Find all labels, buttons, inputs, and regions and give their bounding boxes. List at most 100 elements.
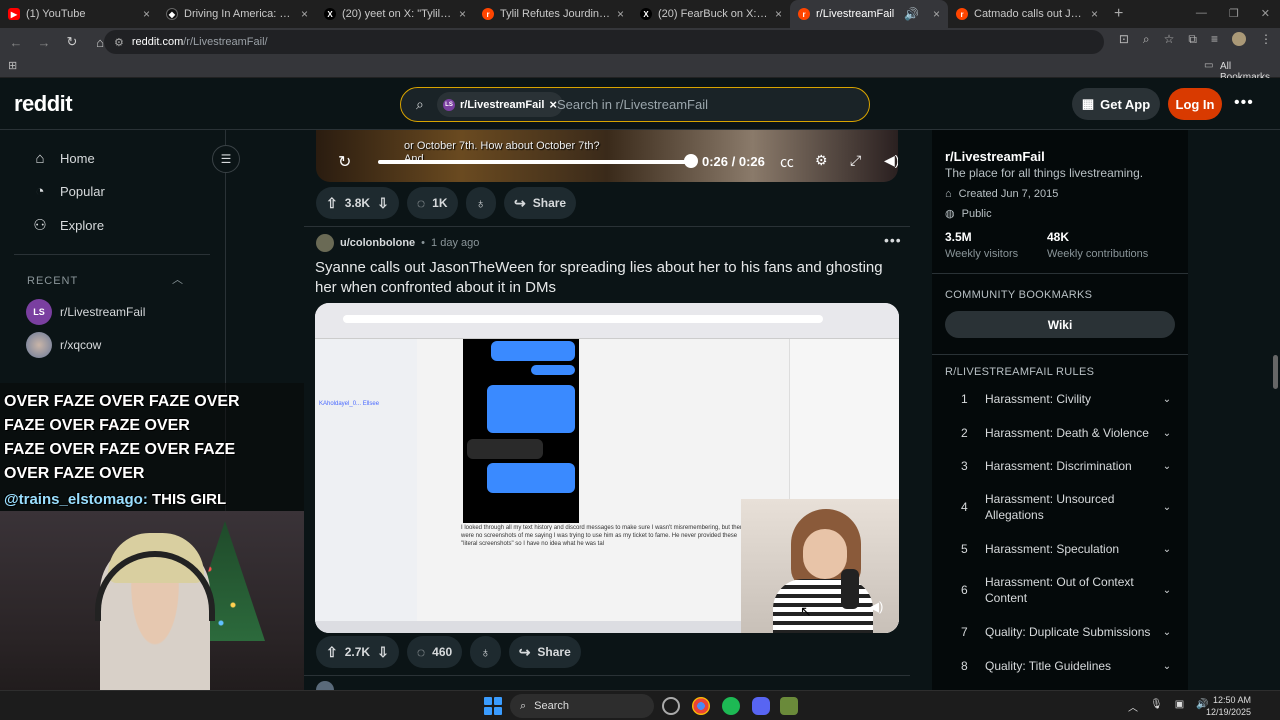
bookmark-star-icon[interactable]: ☆: [1164, 32, 1175, 47]
spotify-icon[interactable]: [722, 697, 740, 715]
downvote-icon[interactable]: ⇩: [377, 195, 389, 212]
chevron-up-icon[interactable]: ︿: [172, 271, 183, 287]
comments-button[interactable]: ◌ 460: [406, 636, 463, 668]
reload-icon[interactable]: ↻: [60, 30, 84, 54]
nav-popular[interactable]: ◔ Popular: [32, 183, 104, 200]
award-button[interactable]: ♁: [470, 636, 501, 668]
video-progress-bar[interactable]: [378, 160, 692, 164]
post-image[interactable]: KAholdayel_0... Ellsee I looked through …: [315, 303, 899, 633]
upvote-icon[interactable]: ⇧: [326, 644, 338, 661]
network-icon[interactable]: ▣: [1175, 699, 1184, 714]
volume-icon[interactable]: ◀): [884, 152, 898, 169]
extensions-icon[interactable]: ⧉: [1188, 32, 1197, 47]
browser-tab-active[interactable]: r r/LivestreamFail 🔊 ×: [790, 0, 948, 28]
system-clock[interactable]: 12:50 AM 12/19/2025: [1206, 694, 1251, 718]
search-bar[interactable]: ⌕ LS r/LivestreamFail × Search in r/Live…: [400, 87, 870, 122]
close-tab-icon[interactable]: ×: [1091, 7, 1098, 21]
message-bubble: [531, 365, 575, 375]
award-icon: ♁: [480, 644, 491, 660]
recent-item[interactable]: LS r/LivestreamFail: [26, 299, 145, 325]
volume-icon[interactable]: ◀): [869, 599, 883, 615]
captions-icon[interactable]: ㏄: [780, 152, 794, 172]
login-button[interactable]: Log In: [1168, 88, 1222, 120]
reading-list-icon[interactable]: ≡: [1211, 32, 1218, 47]
close-window-icon[interactable]: ✕: [1261, 7, 1270, 20]
maximize-icon[interactable]: ❐: [1229, 7, 1239, 20]
close-tab-icon[interactable]: ×: [301, 7, 308, 21]
video-time: 0:26 / 0:26: [702, 154, 765, 169]
rule-item[interactable]: 7 Quality: Duplicate Submissions ⌄: [945, 624, 1175, 640]
forward-icon[interactable]: →: [32, 30, 56, 54]
comments-button[interactable]: ◌ 1K: [406, 187, 458, 219]
scrollbar-thumb[interactable]: [1273, 355, 1278, 389]
upvote-icon[interactable]: ⇧: [326, 195, 338, 212]
apps-grid-icon[interactable]: ⊞: [8, 59, 17, 72]
close-tab-icon[interactable]: ×: [143, 7, 150, 21]
nav-explore[interactable]: ⚇ Explore: [32, 217, 104, 234]
audio-icon[interactable]: 🔊: [904, 7, 919, 21]
install-app-icon[interactable]: ⊡: [1119, 32, 1129, 47]
reddit-logo[interactable]: reddit: [14, 91, 73, 117]
fullscreen-icon[interactable]: ⤢: [850, 152, 861, 169]
home-icon: ⌂: [35, 149, 45, 167]
nav-home[interactable]: ⌂ Home: [32, 149, 94, 167]
browser-menu-icon[interactable]: ⋮: [1260, 32, 1272, 47]
recent-section-header[interactable]: RECENT: [27, 275, 78, 287]
page-scrollbar[interactable]: [1270, 130, 1280, 690]
rule-item[interactable]: 5 Harassment: Speculation ⌄: [945, 541, 1175, 557]
remove-filter-icon[interactable]: ×: [549, 97, 557, 112]
app-icon[interactable]: [780, 697, 798, 715]
post-author[interactable]: u/colonbolone: [340, 237, 415, 249]
url-field[interactable]: ⚙ reddit.com/r/LivestreamFail/: [104, 30, 1104, 54]
rule-item[interactable]: 2 Harassment: Death & Violence ⌄: [945, 425, 1175, 441]
settings-gear-icon[interactable]: ⚙: [815, 152, 828, 169]
chat-line: FAZE OVER FAZE OVER FAZE: [4, 441, 236, 458]
search-input[interactable]: Search in r/LivestreamFail: [557, 97, 708, 112]
taskbar-search[interactable]: ⌕ Search: [510, 694, 654, 718]
browser-tab[interactable]: rCatmado calls out JasonTheWe×: [948, 0, 1106, 28]
rule-item[interactable]: 3 Harassment: Discrimination ⌄: [945, 458, 1175, 474]
back-icon[interactable]: ←: [4, 30, 28, 54]
community-filter-chip[interactable]: LS r/LivestreamFail ×: [437, 92, 563, 117]
chevron-up-icon[interactable]: ︿: [1128, 699, 1138, 714]
close-tab-icon[interactable]: ×: [617, 7, 624, 21]
community-name[interactable]: r/LivestreamFail: [945, 149, 1045, 164]
minimize-icon[interactable]: —: [1196, 7, 1207, 20]
collapse-nav-button[interactable]: ☰: [212, 145, 240, 173]
discord-icon[interactable]: [752, 697, 770, 715]
site-info-icon[interactable]: ⚙: [114, 36, 124, 49]
progress-handle[interactable]: [684, 154, 698, 168]
post-title[interactable]: Syanne calls out JasonTheWeen for spread…: [315, 258, 905, 298]
close-tab-icon[interactable]: ×: [933, 7, 940, 21]
get-app-button[interactable]: ▦ Get App: [1072, 88, 1160, 120]
recent-item[interactable]: r/xqcow: [26, 332, 101, 358]
microphone-icon[interactable]: 🎙: [1150, 699, 1163, 714]
video-player[interactable]: or October 7th. How about October 7th? An…: [316, 130, 898, 182]
profile-avatar[interactable]: [1232, 32, 1246, 46]
more-options-icon[interactable]: •••: [1234, 94, 1254, 112]
post-more-icon[interactable]: •••: [884, 232, 902, 248]
rule-item[interactable]: 6 Harassment: Out of Context Content ⌄: [945, 574, 1175, 606]
close-tab-icon[interactable]: ×: [459, 7, 466, 21]
windows-start-icon[interactable]: [484, 697, 502, 715]
browser-tab[interactable]: rTylil Refutes Jourdin Pauline cla×: [474, 0, 632, 28]
rule-item[interactable]: 4 Harassment: Unsourced Allegations ⌄: [945, 491, 1175, 523]
rule-item[interactable]: 1 Harassment: Civility ⌄: [945, 391, 1175, 407]
share-button[interactable]: ↪ Share: [508, 636, 581, 668]
browser-tab[interactable]: ◆Driving In America: Common R×: [158, 0, 316, 28]
browser-tab[interactable]: X(20) yeet on X: "Tylil denies the×: [316, 0, 474, 28]
rule-item[interactable]: 8 Quality: Title Guidelines ⌄: [945, 658, 1175, 674]
task-view-icon[interactable]: [662, 697, 680, 715]
chrome-icon[interactable]: [692, 697, 710, 715]
downvote-icon[interactable]: ⇩: [377, 644, 389, 661]
share-button[interactable]: ↪ Share: [504, 187, 577, 219]
user-avatar[interactable]: [316, 234, 334, 252]
new-tab-button[interactable]: +: [1106, 5, 1131, 23]
wiki-button[interactable]: Wiki: [945, 311, 1175, 338]
replay-icon[interactable]: ↻: [338, 152, 351, 172]
award-button[interactable]: ♁: [465, 187, 496, 219]
browser-tab[interactable]: ▶ (1) YouTube ×: [0, 0, 158, 28]
close-tab-icon[interactable]: ×: [775, 7, 782, 21]
zoom-icon[interactable]: ⌕: [1143, 32, 1150, 47]
browser-tab[interactable]: X(20) FearBuck on X: "Tylil apolo×: [632, 0, 790, 28]
